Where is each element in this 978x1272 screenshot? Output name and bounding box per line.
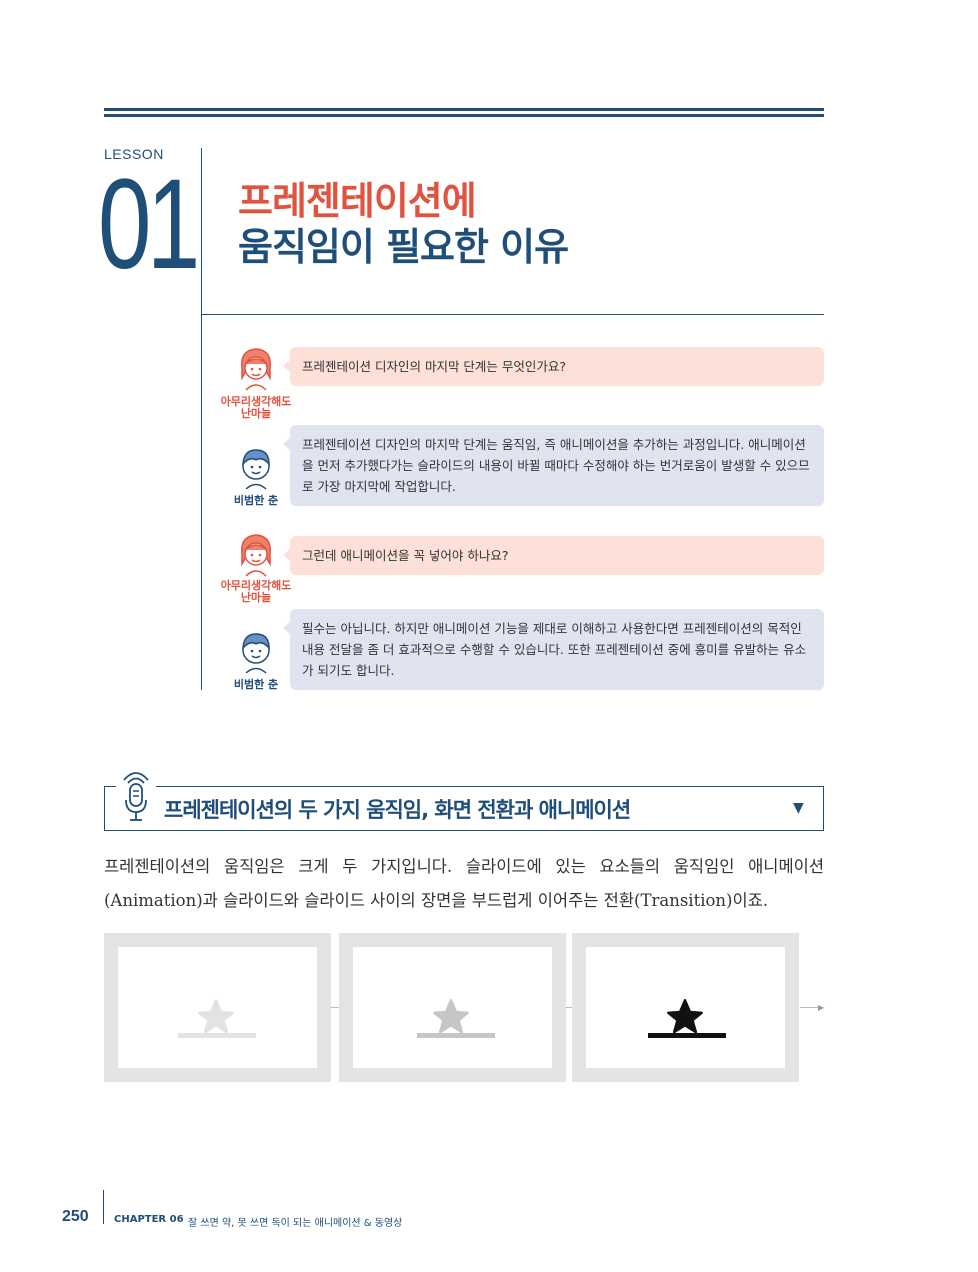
answer-bubble: 프레젠테이션 디자인의 마지막 단계는 움직임, 즉 애니메이션을 추가하는 과… [283, 425, 824, 506]
answer-bubble: 필수는 아닙니다. 하지만 애니메이션 기능을 제대로 이해하고 사용한다면 프… [283, 609, 824, 690]
text-placeholder-bar [648, 1033, 726, 1038]
page-number: 250 [62, 1208, 89, 1225]
microphone-icon [116, 772, 156, 821]
slide-frame [104, 933, 331, 1082]
star-icon [433, 999, 469, 1034]
lesson-number: 01 [98, 153, 200, 296]
boy-avatar-icon [242, 449, 270, 490]
footer-divider [103, 1190, 104, 1224]
speaker-name: 아무리생각해도 난마늘 [220, 579, 292, 604]
slide-frame [572, 933, 799, 1082]
arrow-right-icon: ▶ [818, 1003, 825, 1012]
chapter-title: 잘 쓰면 약, 못 쓰면 독이 되는 애니메이션 & 동영상 [188, 1218, 403, 1229]
question-bubble: 그런데 애니메이션을 꼭 넣어야 하나요? [283, 536, 824, 575]
top-rule-secondary [104, 114, 824, 117]
text-placeholder-bar [178, 1033, 256, 1038]
lesson-divider-horizontal [201, 314, 824, 315]
question-bubble: 프레젠테이션 디자인의 마지막 단계는 무엇인가요? [283, 347, 824, 386]
lesson-divider-vertical [201, 148, 202, 690]
boy-avatar-icon [242, 633, 270, 674]
chapter-label: CHAPTER 06 [114, 1214, 184, 1225]
star-icon [667, 999, 703, 1034]
speaker-name: 아무리생각해도 난마늘 [220, 395, 292, 420]
top-rule [104, 108, 824, 111]
slide-frame [339, 933, 566, 1082]
star-icon [198, 999, 234, 1034]
speaker-name: 비범한 춘 [233, 494, 279, 507]
text-placeholder-bar [417, 1033, 495, 1038]
section-title: 프레젠테이션의 두 가지 움직임, 화면 전환과 애니메이션 [164, 798, 631, 822]
body-paragraph: 프레젠테이션의 움직임은 크게 두 가지입니다. 슬라이드에 있는 요소들의 움… [104, 857, 824, 910]
lesson-title-line2: 움직임이 필요한 이유 [238, 225, 569, 269]
triangle-down-icon[interactable]: ▼ [793, 800, 804, 816]
girl-avatar-icon [241, 534, 271, 577]
girl-avatar-icon [241, 348, 271, 391]
speaker-name: 비범한 춘 [233, 678, 279, 691]
